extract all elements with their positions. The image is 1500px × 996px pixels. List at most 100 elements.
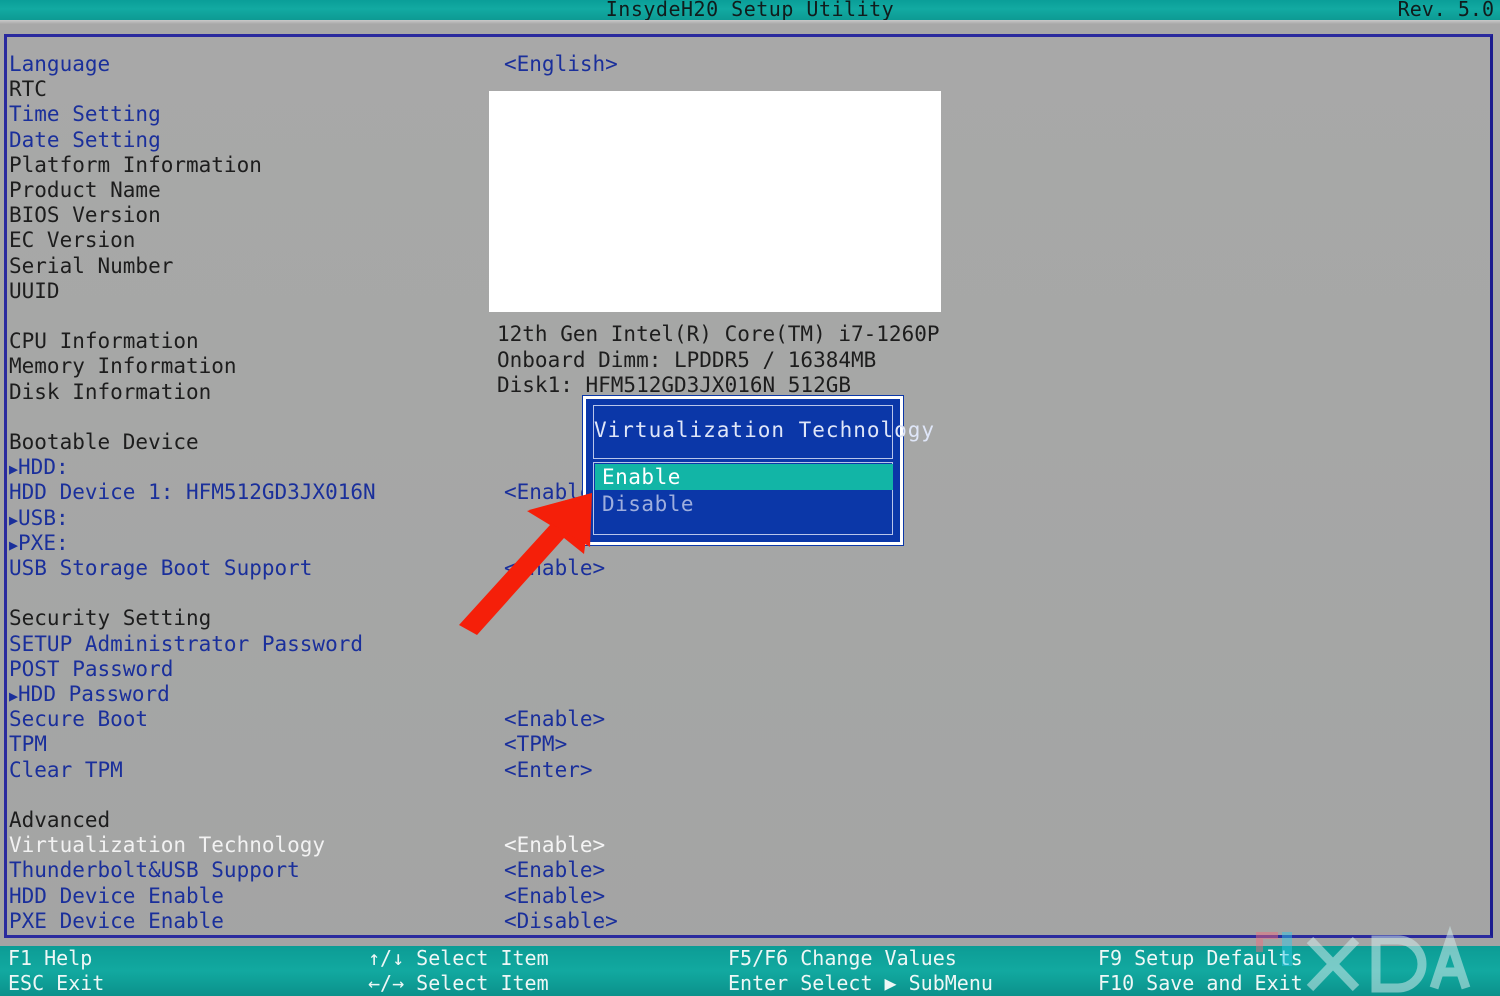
menu-item-usb-storage-boot-support[interactable]: USB Storage Boot Support bbox=[9, 558, 312, 579]
menu-item-label: UUID bbox=[9, 278, 60, 303]
menu-item-secure-boot[interactable]: Secure Boot bbox=[9, 709, 148, 730]
status-column-values: F5/F6 Change Values Enter Select ▶ SubMen… bbox=[728, 946, 993, 996]
menu-item-label: Memory Information bbox=[9, 354, 237, 379]
menu-item-pxe[interactable]: ▶PXE: bbox=[9, 530, 69, 556]
menu-item-label: Security Setting bbox=[9, 606, 212, 631]
dialog-option-list[interactable]: Enable Disable bbox=[593, 462, 893, 535]
menu-item-label: Disk Information bbox=[9, 379, 212, 404]
menu-item-memory-information[interactable]: Memory Information bbox=[9, 356, 237, 377]
menu-item-label: Thunderbolt&USB Support bbox=[9, 858, 300, 883]
menu-item-uuid[interactable]: UUID bbox=[9, 278, 60, 303]
menu-item-label: HDD Device 1: HFM512GD3JX016N bbox=[9, 480, 376, 505]
menu-item-label: Serial Number bbox=[9, 253, 174, 278]
menu-item-label: POST Password bbox=[9, 656, 174, 681]
system-info-line-1: 12th Gen Intel(R) Core(TM) i7-1260P bbox=[497, 322, 940, 346]
xda-watermark-logo bbox=[1256, 926, 1471, 993]
menu-item-time-setting[interactable]: Time Setting bbox=[9, 104, 161, 125]
status-column-help: F1 Help ESC Exit bbox=[8, 946, 104, 996]
title-underline bbox=[0, 20, 1500, 24]
menu-item-usb[interactable]: ▶USB: bbox=[9, 505, 69, 531]
menu-item-label: SETUP Administrator Password bbox=[9, 631, 364, 656]
menu-item-label: Time Setting bbox=[9, 102, 161, 127]
status-hint-2-1: ↑/↓ Select Item bbox=[368, 946, 549, 970]
menu-item-bootable-device[interactable]: Bootable Device bbox=[9, 432, 199, 453]
menu-item-label: Date Setting bbox=[9, 127, 161, 152]
menu-item-post-password[interactable]: POST Password bbox=[9, 656, 174, 681]
submenu-arrow-icon: ▶ bbox=[9, 510, 19, 529]
menu-item-label: Bootable Device bbox=[9, 430, 199, 454]
menu-item-ec-version[interactable]: EC Version bbox=[9, 230, 135, 251]
menu-item-cpu-information[interactable]: CPU Information bbox=[9, 331, 199, 352]
menu-item-pxe-device-enable[interactable]: PXE Device Enable bbox=[9, 908, 224, 933]
system-info-block: 12th Gen Intel(R) Core(TM) i7-1260P Onboa… bbox=[497, 322, 940, 399]
menu-value-hdd-device-enable[interactable]: <Enable> bbox=[504, 885, 605, 907]
menu-item-tpm[interactable]: TPM bbox=[9, 734, 47, 755]
menu-item-label: PXE: bbox=[18, 530, 69, 555]
menu-value-thunderbolt-usb-support[interactable]: <Enable> bbox=[504, 860, 605, 881]
menu-item-clear-tpm[interactable]: Clear TPM bbox=[9, 757, 123, 782]
menu-item-label: CPU Information bbox=[9, 329, 199, 354]
menu-item-label: Language bbox=[9, 52, 111, 76]
menu-value-language[interactable]: <English> bbox=[504, 54, 618, 75]
menu-value-secure-boot[interactable]: <Enable> bbox=[504, 709, 605, 730]
submenu-arrow-icon: ▶ bbox=[9, 535, 19, 554]
menu-item-advanced[interactable]: Advanced bbox=[9, 810, 110, 831]
menu-item-label: Platform Information bbox=[9, 152, 262, 177]
revision-label: Rev. 5.0 bbox=[1397, 0, 1494, 21]
menu-item-serial-number[interactable]: Serial Number bbox=[9, 253, 174, 278]
menu-item-label: USB: bbox=[18, 505, 69, 530]
menu-item-language[interactable]: Language bbox=[9, 54, 110, 75]
menu-item-label: Virtualization Technology bbox=[9, 833, 326, 858]
menu-item-label: EC Version bbox=[9, 228, 136, 253]
status-hint-3-1: F5/F6 Change Values bbox=[728, 946, 957, 970]
menu-value-tpm[interactable]: <TPM> bbox=[504, 734, 567, 755]
dialog-option-enable[interactable]: Enable bbox=[595, 464, 893, 490]
menu-item-date-setting[interactable]: Date Setting bbox=[9, 127, 161, 152]
menu-item-bios-version[interactable]: BIOS Version bbox=[9, 205, 161, 226]
page-title: InsydeH20 Setup Utility bbox=[605, 0, 895, 21]
menu-item-hdd-password[interactable]: ▶HDD Password bbox=[9, 684, 170, 707]
menu-item-disk-information[interactable]: Disk Information bbox=[9, 379, 212, 404]
menu-item-hdd[interactable]: ▶HDD: bbox=[9, 457, 69, 480]
system-info-line-2: Onboard Dimm: LPDDR5 / 16384MB bbox=[497, 347, 877, 372]
status-hint-1-1: F1 Help bbox=[8, 946, 93, 970]
menu-item-security-setting[interactable]: Security Setting bbox=[9, 608, 211, 629]
menu-value-clear-tpm[interactable]: <Enter> bbox=[504, 759, 593, 781]
menu-item-rtc[interactable]: RTC bbox=[9, 79, 47, 100]
menu-item-label: HDD Password bbox=[18, 682, 170, 706]
dialog-option-disable[interactable]: Disable bbox=[595, 491, 893, 517]
menu-item-hdd-device-enable[interactable]: HDD Device Enable bbox=[9, 883, 224, 908]
menu-item-label: HDD: bbox=[18, 455, 69, 480]
title-bar: InsydeH20 Setup Utility Rev. 5.0 bbox=[0, 0, 1500, 21]
menu-item-label: Product Name bbox=[9, 178, 161, 202]
menu-item-label: Clear TPM bbox=[9, 757, 123, 782]
menu-item-label: HDD Device Enable bbox=[9, 883, 224, 908]
menu-item-product-name[interactable]: Product Name bbox=[9, 180, 161, 201]
menu-item-label: PXE Device Enable bbox=[9, 908, 224, 933]
menu-item-label: BIOS Version bbox=[9, 203, 161, 228]
status-column-navigation: ↑/↓ Select Item ←/→ Select Item bbox=[368, 946, 549, 996]
menu-item-virtualization-technology[interactable]: Virtualization Technology bbox=[9, 835, 325, 856]
menu-item-label: Advanced bbox=[9, 808, 111, 832]
menu-item-label: RTC bbox=[9, 77, 47, 102]
status-hint-3-2: Enter Select ▶ SubMenu bbox=[728, 971, 993, 995]
logo-panel bbox=[489, 91, 941, 312]
bios-setup-screen: InsydeH20 Setup Utility Rev. 5.0 Languag… bbox=[0, 0, 1500, 996]
status-hint-2-2: ←/→ Select Item bbox=[368, 971, 549, 995]
menu-item-platform-information[interactable]: Platform Information bbox=[9, 152, 262, 177]
menu-item-thunderbolt-usb-support[interactable]: Thunderbolt&USB Support bbox=[9, 860, 300, 881]
menu-item-hdd-device-1-hfm512gd3jx016n[interactable]: HDD Device 1: HFM512GD3JX016N bbox=[9, 482, 376, 503]
menu-item-label: TPM bbox=[9, 732, 47, 757]
menu-value-virtualization-technology[interactable]: <Enable> bbox=[504, 835, 605, 856]
dialog-title: Virtualization Technology bbox=[594, 418, 936, 442]
menu-item-label: Secure Boot bbox=[9, 707, 149, 732]
menu-value-pxe-device-enable[interactable]: <Disable> bbox=[504, 910, 618, 932]
annotation-arrow-icon bbox=[459, 493, 592, 635]
system-info-line-3: Disk1: HFM512GD3JX016N 512GB bbox=[497, 373, 852, 397]
menu-item-setup-administrator-password[interactable]: SETUP Administrator Password bbox=[9, 631, 364, 656]
submenu-arrow-icon: ▶ bbox=[9, 460, 19, 479]
dialog-title-box: Virtualization Technology bbox=[593, 405, 936, 459]
status-hint-1-2: ESC Exit bbox=[8, 971, 105, 995]
menu-item-label: USB Storage Boot Support bbox=[9, 556, 313, 580]
submenu-arrow-icon: ▶ bbox=[9, 687, 19, 705]
